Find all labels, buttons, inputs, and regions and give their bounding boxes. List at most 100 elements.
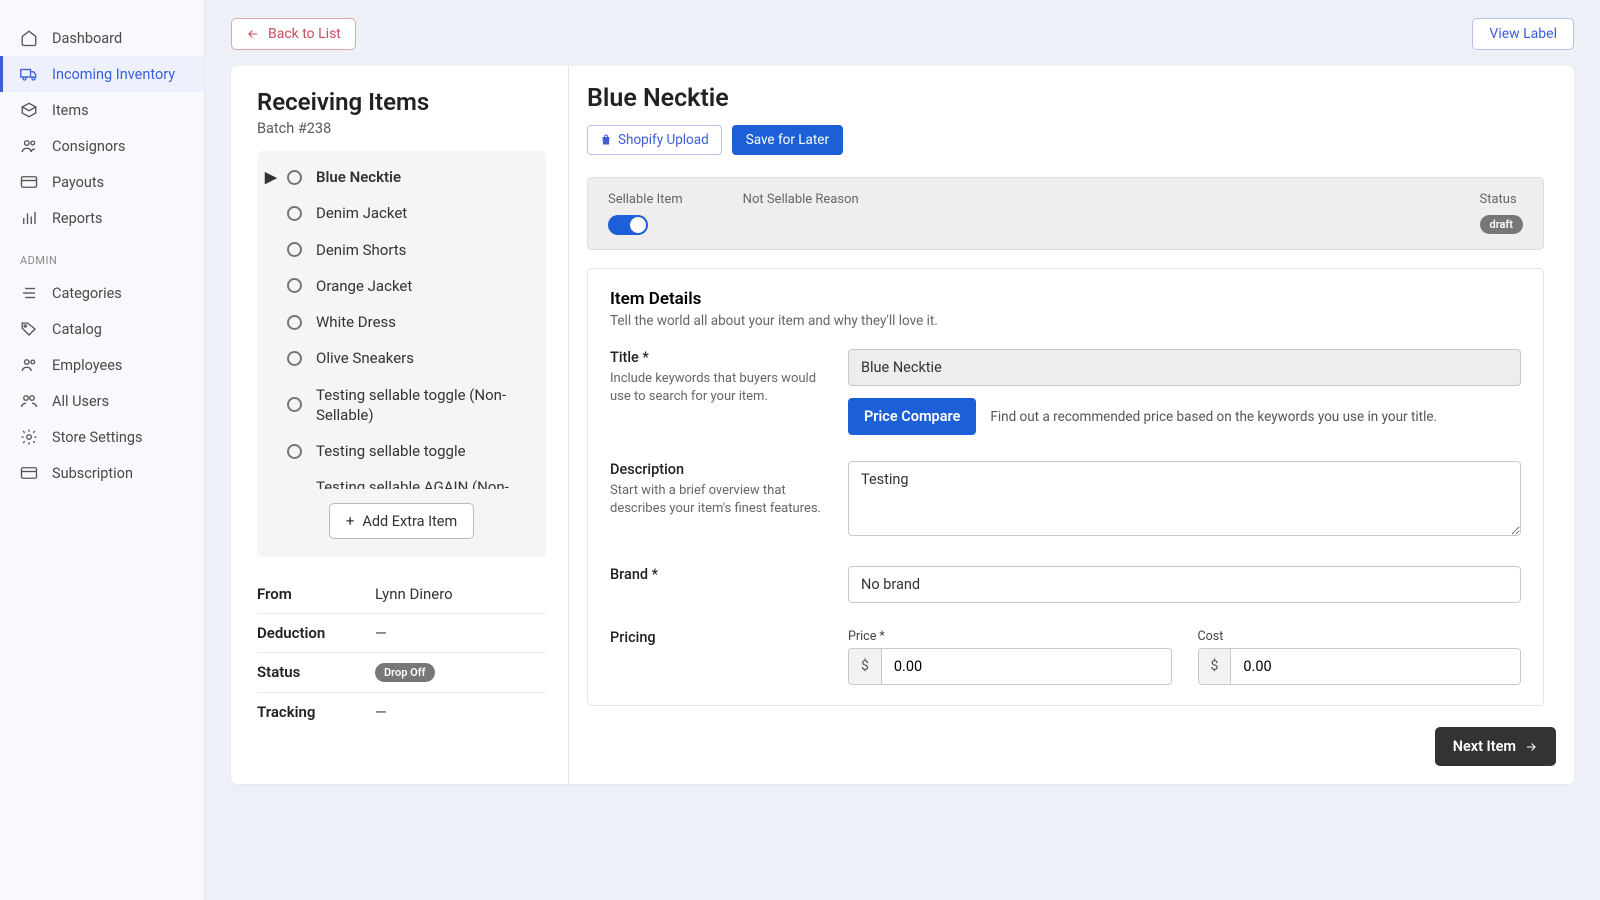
action-buttons: Shopify Upload Save for Later xyxy=(587,125,1556,155)
sidebar-item-label: Dashboard xyxy=(52,30,122,47)
gear-icon xyxy=(20,428,38,446)
items-list[interactable]: ▶ Blue Necktie Denim Jacket Denim Shorts… xyxy=(257,159,546,489)
sellable-column: Sellable Item xyxy=(608,192,683,235)
brand-field-row: Brand * xyxy=(610,566,1521,603)
shopify-label: Shopify Upload xyxy=(618,132,709,148)
title-field-row: Title * Include keywords that buyers wou… xyxy=(610,349,1521,435)
item-label: Testing sellable toggle xyxy=(316,441,466,461)
meta-status-label: Status xyxy=(257,663,375,682)
item-row[interactable]: ▶ Blue Necktie xyxy=(257,159,546,195)
price-compare-row: Price Compare Find out a recommended pri… xyxy=(848,398,1521,435)
sidebar-item-subscription[interactable]: Subscription xyxy=(0,455,204,491)
radio-icon xyxy=(287,315,302,330)
item-row[interactable]: Orange Jacket xyxy=(257,268,546,304)
sidebar-item-label: Consignors xyxy=(52,138,126,155)
item-row[interactable]: Testing sellable toggle (Non-Sellable) xyxy=(257,377,546,434)
item-row[interactable]: Testing sellable AGAIN (Non-Sellable) xyxy=(257,469,546,489)
reason-column: Not Sellable Reason xyxy=(743,192,859,235)
arrow-right-icon xyxy=(1524,740,1538,754)
brand-input[interactable] xyxy=(848,566,1521,603)
meta-tracking-value: — xyxy=(375,703,387,721)
price-field: Price * $ xyxy=(848,629,1172,685)
item-label: White Dress xyxy=(316,312,396,332)
radio-icon xyxy=(287,206,302,221)
box-icon xyxy=(20,101,38,119)
item-label: Denim Jacket xyxy=(316,203,407,223)
item-label: Orange Jacket xyxy=(316,276,412,296)
receiving-items-title: Receiving Items xyxy=(257,88,546,116)
item-row[interactable]: Olive Sneakers xyxy=(257,340,546,376)
title-field-meta: Title * Include keywords that buyers wou… xyxy=(610,349,826,435)
sidebar-item-consignors[interactable]: Consignors xyxy=(0,128,204,164)
meta-deduction-value: — xyxy=(375,624,387,642)
sidebar-item-incoming-inventory[interactable]: Incoming Inventory xyxy=(0,56,204,92)
back-to-list-button[interactable]: Back to List xyxy=(231,18,356,50)
title-input[interactable] xyxy=(848,349,1521,386)
item-details-box: Item Details Tell the world all about yo… xyxy=(587,268,1544,706)
cost-input[interactable] xyxy=(1231,649,1520,684)
sidebar-item-dashboard[interactable]: Dashboard xyxy=(0,20,204,56)
item-form-scroll[interactable]: Sellable Item Not Sellable Reason Status… xyxy=(569,165,1574,784)
batch-meta: From Lynn Dinero Deduction — Status Drop… xyxy=(257,575,546,731)
sidebar-item-items[interactable]: Items xyxy=(0,92,204,128)
receiving-items-panel: Receiving Items Batch #238 ▶ Blue Neckti… xyxy=(231,66,569,784)
cost-field: Cost $ xyxy=(1198,629,1522,685)
currency-prefix: $ xyxy=(1199,649,1232,684)
meta-tracking-row: Tracking — xyxy=(257,693,546,731)
sidebar-item-payouts[interactable]: Payouts xyxy=(0,164,204,200)
add-extra-item-button[interactable]: Add Extra Item xyxy=(329,503,474,539)
sellable-label: Sellable Item xyxy=(608,192,683,207)
price-compare-help: Find out a recommended price based on th… xyxy=(990,409,1437,425)
sidebar: Dashboard Incoming Inventory Items Consi… xyxy=(0,0,205,900)
users-icon xyxy=(20,356,38,374)
item-details-title: Item Details xyxy=(610,289,1521,309)
item-row[interactable]: White Dress xyxy=(257,304,546,340)
title-field-input-wrap: Price Compare Find out a recommended pri… xyxy=(848,349,1521,435)
arrow-left-icon xyxy=(246,27,260,41)
bag-icon xyxy=(600,134,612,146)
sidebar-item-employees[interactable]: Employees xyxy=(0,347,204,383)
price-input[interactable] xyxy=(882,649,1171,684)
title-help: Include keywords that buyers would use t… xyxy=(610,370,826,406)
item-row[interactable]: Testing sellable toggle xyxy=(257,433,546,469)
next-item-button[interactable]: Next Item xyxy=(1435,727,1556,766)
price-input-wrap: $ xyxy=(848,648,1172,685)
sidebar-item-store-settings[interactable]: Store Settings xyxy=(0,419,204,455)
item-details-subtitle: Tell the world all about your item and w… xyxy=(610,313,1521,329)
brand-label: Brand * xyxy=(610,566,826,583)
sidebar-item-label: Store Settings xyxy=(52,429,143,446)
radio-icon xyxy=(287,351,302,366)
cost-label: Cost xyxy=(1198,629,1522,644)
sidebar-item-categories[interactable]: Categories xyxy=(0,275,204,311)
item-label: Olive Sneakers xyxy=(316,348,414,368)
sellable-toggle[interactable] xyxy=(608,215,648,235)
price-compare-button[interactable]: Price Compare xyxy=(848,398,976,435)
sidebar-item-all-users[interactable]: All Users xyxy=(0,383,204,419)
status-label: Status xyxy=(1480,192,1523,207)
back-label: Back to List xyxy=(268,26,341,42)
description-field-meta: Description Start with a brief overview … xyxy=(610,461,826,540)
view-label-button[interactable]: View Label xyxy=(1472,18,1574,50)
admin-section-label: ADMIN xyxy=(0,236,204,275)
item-detail-panel: Blue Necktie Shopify Upload Save for Lat… xyxy=(569,66,1574,784)
tag-icon xyxy=(20,320,38,338)
sidebar-item-reports[interactable]: Reports xyxy=(0,200,204,236)
item-row[interactable]: Denim Shorts xyxy=(257,232,546,268)
radio-icon xyxy=(287,444,302,459)
item-row[interactable]: Denim Jacket xyxy=(257,195,546,231)
reason-label: Not Sellable Reason xyxy=(743,192,859,207)
description-input-wrap: Testing xyxy=(848,461,1521,540)
status-bar: Sellable Item Not Sellable Reason Status… xyxy=(587,177,1544,250)
pricing-row: Pricing Price * $ Cost xyxy=(610,629,1521,685)
currency-prefix: $ xyxy=(849,649,882,684)
users-icon xyxy=(20,392,38,410)
description-input[interactable]: Testing xyxy=(848,461,1521,536)
sidebar-item-label: Employees xyxy=(52,357,122,374)
sidebar-item-catalog[interactable]: Catalog xyxy=(0,311,204,347)
shopify-upload-button[interactable]: Shopify Upload xyxy=(587,125,722,155)
pricing-label: Pricing xyxy=(610,629,826,646)
sidebar-item-label: Subscription xyxy=(52,465,133,482)
sidebar-item-label: Reports xyxy=(52,210,103,227)
save-for-later-button[interactable]: Save for Later xyxy=(732,125,843,155)
meta-from-value: Lynn Dinero xyxy=(375,585,453,603)
